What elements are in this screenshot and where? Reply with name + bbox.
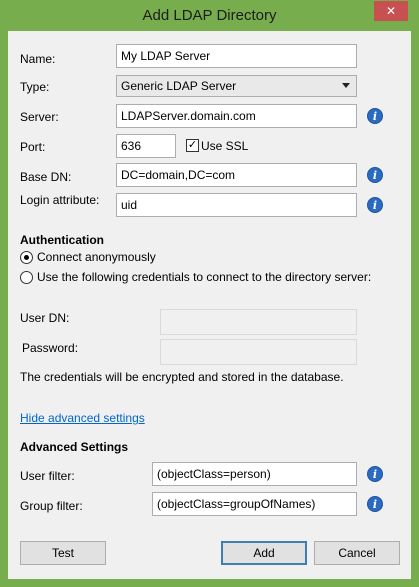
- type-select[interactable]: Generic LDAP Server: [116, 75, 357, 97]
- use-ssl-checkbox[interactable]: ✓: [186, 139, 199, 152]
- close-icon: ✕: [385, 4, 397, 18]
- server-input[interactable]: LDAPServer.domain.com: [116, 104, 357, 128]
- checkmark-icon: ✓: [187, 139, 198, 151]
- chevron-down-icon: [342, 83, 350, 88]
- use-credentials-radio[interactable]: [20, 271, 33, 284]
- connect-anonymously-label: Connect anonymously: [37, 250, 156, 264]
- password-label: Password:: [22, 341, 79, 355]
- credentials-note: The credentials will be encrypted and st…: [20, 370, 344, 384]
- authentication-heading: Authentication: [20, 233, 104, 247]
- dialog-body: Name: My LDAP Server Type: Generic LDAP …: [8, 31, 411, 579]
- group-filter-info-icon[interactable]: i: [367, 496, 383, 512]
- use-ssl-label: Use SSL: [201, 139, 249, 153]
- server-label: Server:: [20, 110, 59, 124]
- hide-advanced-settings-link[interactable]: Hide advanced settings: [20, 411, 145, 425]
- base-dn-input[interactable]: DC=domain,DC=com: [116, 163, 357, 187]
- advanced-settings-heading: Advanced Settings: [20, 440, 129, 454]
- login-attribute-info-icon[interactable]: i: [367, 197, 383, 213]
- port-label: Port:: [20, 140, 46, 154]
- port-input[interactable]: 636: [116, 134, 176, 158]
- user-filter-label: User filter:: [20, 469, 75, 483]
- server-info-icon[interactable]: i: [367, 108, 383, 124]
- user-dn-label: User DN:: [20, 311, 70, 325]
- login-attribute-label: Login attribute:: [20, 193, 100, 207]
- user-filter-input[interactable]: (objectClass=person): [152, 462, 357, 486]
- user-filter-info-icon[interactable]: i: [367, 466, 383, 482]
- title-bar: Add LDAP Directory ✕: [0, 0, 419, 31]
- name-label: Name:: [20, 52, 56, 66]
- base-dn-info-icon[interactable]: i: [367, 167, 383, 183]
- base-dn-label: Base DN:: [20, 170, 72, 184]
- user-dn-input: [160, 309, 357, 335]
- type-label: Type:: [20, 80, 50, 94]
- name-input[interactable]: My LDAP Server: [116, 44, 357, 68]
- add-button[interactable]: Add: [221, 541, 307, 565]
- connect-anonymously-radio[interactable]: [20, 251, 33, 264]
- login-attribute-input[interactable]: uid: [116, 193, 357, 217]
- password-input: [160, 339, 357, 365]
- group-filter-input[interactable]: (objectClass=groupOfNames): [152, 492, 357, 516]
- cancel-button[interactable]: Cancel: [314, 541, 400, 565]
- use-credentials-label: Use the following credentials to connect…: [37, 270, 372, 284]
- group-filter-label: Group filter:: [20, 499, 83, 513]
- close-button[interactable]: ✕: [374, 1, 408, 21]
- radio-selected-dot: [24, 255, 29, 260]
- type-select-value: Generic LDAP Server: [121, 79, 237, 93]
- test-button[interactable]: Test: [20, 541, 106, 565]
- window-title: Add LDAP Directory: [142, 7, 277, 24]
